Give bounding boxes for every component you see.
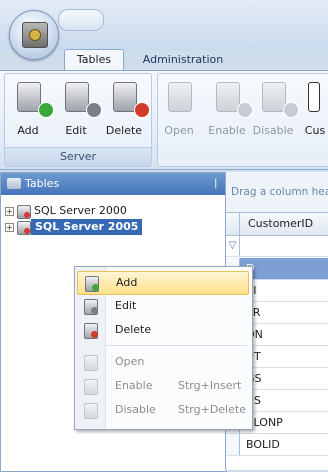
edit-server-button[interactable]: Edit	[57, 80, 102, 144]
add-server-button[interactable]: Add	[9, 80, 54, 144]
database-server-icon	[17, 205, 31, 219]
delete-server-label: Delete	[105, 124, 143, 137]
ribbon-group-server: Add Edit Delete Server	[4, 73, 152, 167]
row-header-corner	[226, 213, 240, 235]
menu-item-delete[interactable]: Delete	[77, 319, 249, 341]
column-header-label: CustomerID	[248, 217, 314, 230]
tab-administration[interactable]: Administration	[140, 50, 226, 70]
open-table-icon	[168, 82, 192, 112]
menu-item-shortcut: Strg+Insert	[178, 379, 242, 392]
ribbon: Add Edit Delete Server Open Enable Disab…	[0, 70, 328, 170]
open-button[interactable]: Open	[160, 80, 198, 144]
pin-icon[interactable]: ❘	[212, 173, 220, 195]
quick-access-toolbar[interactable]	[58, 9, 104, 31]
add-icon	[85, 276, 99, 292]
tab-tables[interactable]: Tables	[64, 49, 124, 71]
edit-icon	[84, 299, 98, 315]
menu-item-add[interactable]: Add	[77, 271, 249, 295]
expand-icon[interactable]: +	[5, 223, 14, 232]
table-row[interactable]: BOLID	[226, 434, 328, 456]
tables-icon	[7, 178, 21, 189]
menu-item-label: Edit	[115, 299, 137, 312]
open-label: Open	[164, 124, 194, 137]
delete-icon	[84, 323, 98, 339]
customize-icon	[308, 82, 320, 112]
menu-item-label: Add	[116, 276, 138, 289]
column-header-customerid[interactable]: CustomerID	[226, 212, 328, 236]
add-server-label: Add	[17, 124, 39, 137]
group-by-drop-area[interactable]: Drag a column head	[226, 172, 328, 212]
disable-button[interactable]: Disable	[253, 80, 299, 144]
tree-item-label: SQL Server 2005	[31, 219, 143, 235]
menu-item-shortcut: Strg+Delete	[178, 403, 246, 416]
enable-label: Enable	[208, 124, 246, 137]
edit-server-label: Edit	[65, 124, 87, 137]
enable-table-icon	[216, 82, 253, 118]
enable-button[interactable]: Enable	[208, 80, 253, 144]
disable-icon	[84, 403, 98, 419]
menu-item-label: Open	[115, 355, 145, 368]
menu-item-open[interactable]: Open	[77, 351, 249, 373]
ribbon-group-label-server: Server	[5, 147, 151, 166]
menu-item-label: Delete	[115, 323, 152, 336]
enable-icon	[84, 379, 98, 395]
context-menu: Add Edit Delete Open Enable Strg+Insert …	[74, 266, 253, 430]
cell-customerid: BOLID	[246, 438, 280, 451]
disable-table-icon	[262, 82, 299, 118]
edit-server-icon	[65, 82, 102, 118]
menu-item-edit[interactable]: Edit	[77, 295, 249, 317]
tree-item-sql-server-2005[interactable]: + SQL Server 2005	[5, 219, 223, 235]
delete-server-button[interactable]: Delete	[105, 80, 150, 144]
expand-icon[interactable]: +	[5, 207, 14, 216]
menu-item-label: Disable	[115, 403, 156, 416]
menu-separator	[107, 345, 247, 346]
menu-item-disable[interactable]: Disable Strg+Delete	[77, 399, 249, 421]
filter-row[interactable]: ▽	[226, 235, 328, 257]
add-server-icon	[17, 82, 54, 118]
application-menu-button[interactable]	[9, 10, 59, 60]
customize-label: Cus	[304, 124, 326, 137]
filter-icon[interactable]: ▽	[226, 235, 240, 256]
ribbon-group-table-actions: Open Enable Disable Cus	[157, 73, 328, 167]
tree-item-label: SQL Server 2000	[34, 204, 127, 217]
tables-pane-header: Tables ❘	[1, 173, 226, 195]
database-server-icon	[17, 221, 31, 235]
tables-pane-title: Tables	[25, 177, 60, 190]
customize-button[interactable]: Cus	[296, 80, 328, 144]
menu-item-label: Enable	[115, 379, 153, 392]
delete-server-icon	[113, 82, 150, 118]
menu-item-enable[interactable]: Enable Strg+Insert	[77, 375, 249, 397]
safe-icon	[22, 22, 48, 48]
open-icon	[84, 355, 98, 371]
tree-item-sql-server-2000[interactable]: + SQL Server 2000	[5, 203, 223, 219]
